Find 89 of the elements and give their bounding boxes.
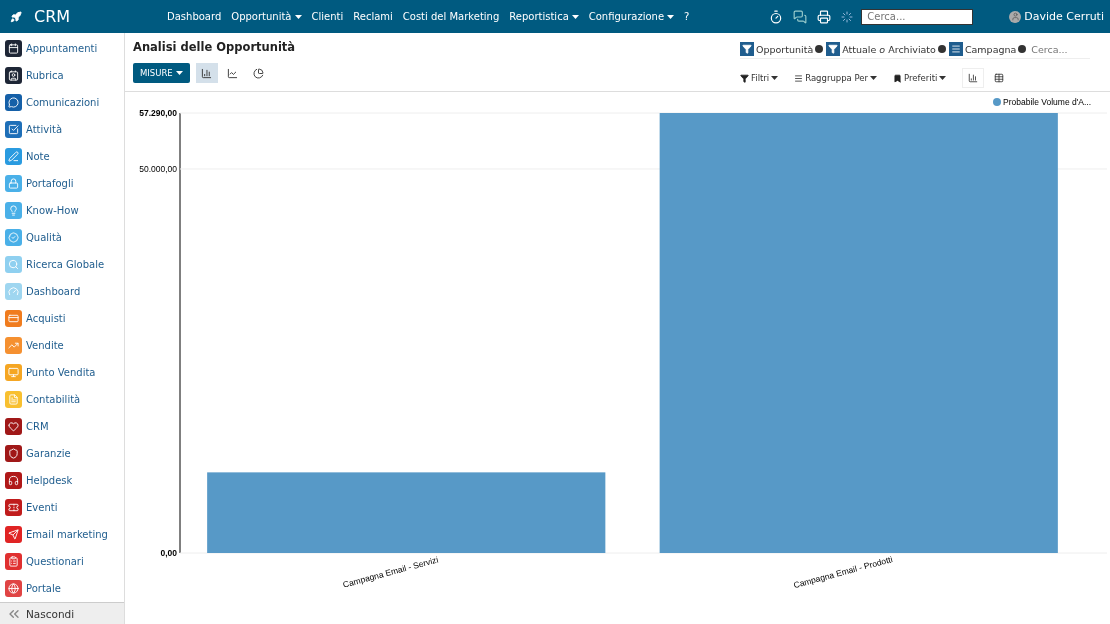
list-icon xyxy=(794,73,804,83)
rocket-icon xyxy=(10,10,22,23)
y-tick-label: 0,00 xyxy=(160,548,177,558)
list-icon xyxy=(948,42,963,56)
sidebar-label: Eventi xyxy=(26,502,58,513)
sidebar-item[interactable]: Questionari xyxy=(0,548,124,575)
sidebar-item[interactable]: Portale xyxy=(0,575,124,602)
sidebar-item[interactable]: CRM xyxy=(0,413,124,440)
timer-icon[interactable] xyxy=(769,9,784,24)
sidebar-item[interactable]: Vendite xyxy=(0,332,124,359)
spinner-icon xyxy=(841,10,854,23)
menu-item[interactable]: Reportistica xyxy=(509,11,579,22)
sidebar-item[interactable]: Acquisti xyxy=(0,305,124,332)
filter-icon xyxy=(740,73,749,83)
sidebar-item[interactable]: Portafogli xyxy=(0,170,124,197)
caret-icon xyxy=(771,76,779,80)
remove-icon[interactable] xyxy=(1018,45,1027,53)
menu-item[interactable]: Costi del Marketing xyxy=(402,11,500,22)
sidebar-label: Know-How xyxy=(26,205,79,216)
filter-icon xyxy=(740,42,754,56)
sidebar-item[interactable]: Contabilità xyxy=(0,386,124,413)
measures-button[interactable]: MISURE xyxy=(133,63,190,83)
print-icon[interactable] xyxy=(817,9,832,24)
menu-item[interactable]: Dashboard xyxy=(167,11,222,22)
sidebar-label: Comunicazioni xyxy=(26,97,100,108)
sidebar-item[interactable]: Appuntamenti xyxy=(0,35,124,62)
bar-chart-icon[interactable] xyxy=(195,63,218,83)
menu-item[interactable]: Opportunità xyxy=(231,11,302,22)
app-title: CRM xyxy=(34,7,72,26)
chat-icon[interactable] xyxy=(793,9,808,24)
sidebar-item[interactable]: Attività xyxy=(0,116,124,143)
sidebar-item[interactable]: Note xyxy=(0,143,124,170)
hide-button[interactable]: Nascondi xyxy=(0,602,124,624)
remove-icon[interactable] xyxy=(815,45,824,53)
sidebar-label: Questionari xyxy=(26,556,84,567)
sidebar-item[interactable]: Dashboard xyxy=(0,278,124,305)
sidebar-item[interactable]: Helpdesk xyxy=(0,467,124,494)
dropdown-toggle[interactable]: Raggruppa Per xyxy=(794,73,878,83)
y-tick-label: 50.000,00 xyxy=(139,164,177,174)
search-facet[interactable]: Attuale o Archiviato xyxy=(826,42,946,56)
x-tick-label: Campagna Email - Servizi xyxy=(341,554,440,590)
sidebar-label: Note xyxy=(26,151,50,162)
menu-item[interactable]: Reclami xyxy=(353,11,393,22)
bar-chart-icon[interactable] xyxy=(962,68,985,88)
search-facet[interactable]: Opportunità xyxy=(740,42,824,56)
sidebar-item[interactable]: Garanzie xyxy=(0,440,124,467)
sidebar-label: Dashboard xyxy=(26,286,81,297)
remove-icon[interactable] xyxy=(937,45,946,53)
sidebar-item[interactable]: Ricerca Globale xyxy=(0,251,124,278)
filter-icon xyxy=(826,42,841,56)
user-name[interactable]: Davide Cerruti xyxy=(1024,10,1104,23)
sidebar-label: Punto Vendita xyxy=(26,367,96,378)
sidebar-label: CRM xyxy=(26,421,49,432)
sidebar-label: Ricerca Globale xyxy=(26,259,105,270)
sidebar-item[interactable]: Eventi xyxy=(0,494,124,521)
sidebar-label: Attività xyxy=(26,124,63,135)
sidebar-label: Portale xyxy=(26,583,61,594)
sidebar-label: Contabilità xyxy=(26,394,81,405)
sidebar-label: Rubrica xyxy=(26,70,64,81)
sidebar-label: Garanzie xyxy=(26,448,71,459)
dropdown-toggle[interactable]: Preferiti xyxy=(893,73,947,83)
menu-item[interactable]: Configurazione xyxy=(588,11,675,22)
search-field[interactable]: Opportunità Attuale o Archiviato Campagna Cerca... xyxy=(740,40,1090,59)
legend-label: Probabile Volume d'A... xyxy=(1003,97,1092,107)
sidebar-label: Vendite xyxy=(26,340,64,351)
caret-icon xyxy=(175,71,183,75)
menu-item[interactable]: Clienti xyxy=(311,11,344,22)
menu-item[interactable]: ? xyxy=(684,11,690,22)
sidebar-item[interactable]: Rubrica xyxy=(0,62,124,89)
caret-icon xyxy=(870,76,878,80)
sidebar-label: Qualità xyxy=(26,232,62,243)
sidebar-label: Appuntamenti xyxy=(26,43,98,54)
page-title: Analisi delle Opportunità xyxy=(133,40,297,56)
avatar-icon xyxy=(1009,10,1022,23)
sidebar-item[interactable]: Email marketing xyxy=(0,521,124,548)
caret-icon xyxy=(939,76,947,80)
sidebar-label: Acquisti xyxy=(26,313,66,324)
sidebar-item[interactable]: Punto Vendita xyxy=(0,359,124,386)
dropdown-toggle[interactable]: Filtri xyxy=(740,73,779,83)
y-tick-label: 57.290,00 xyxy=(139,108,177,118)
sidebar-item[interactable]: Know-How xyxy=(0,197,124,224)
sidebar-label: Portafogli xyxy=(26,178,74,189)
search-field[interactable]: Cerca... xyxy=(861,8,974,25)
sidebar-label: Helpdesk xyxy=(26,475,73,486)
sidebar-item[interactable]: Comunicazioni xyxy=(0,89,124,116)
sidebar-label: Email marketing xyxy=(26,529,108,540)
bookmark-icon xyxy=(893,73,903,83)
search-facet[interactable]: Campagna xyxy=(948,42,1027,56)
sidebar-item[interactable]: Qualità xyxy=(0,224,124,251)
